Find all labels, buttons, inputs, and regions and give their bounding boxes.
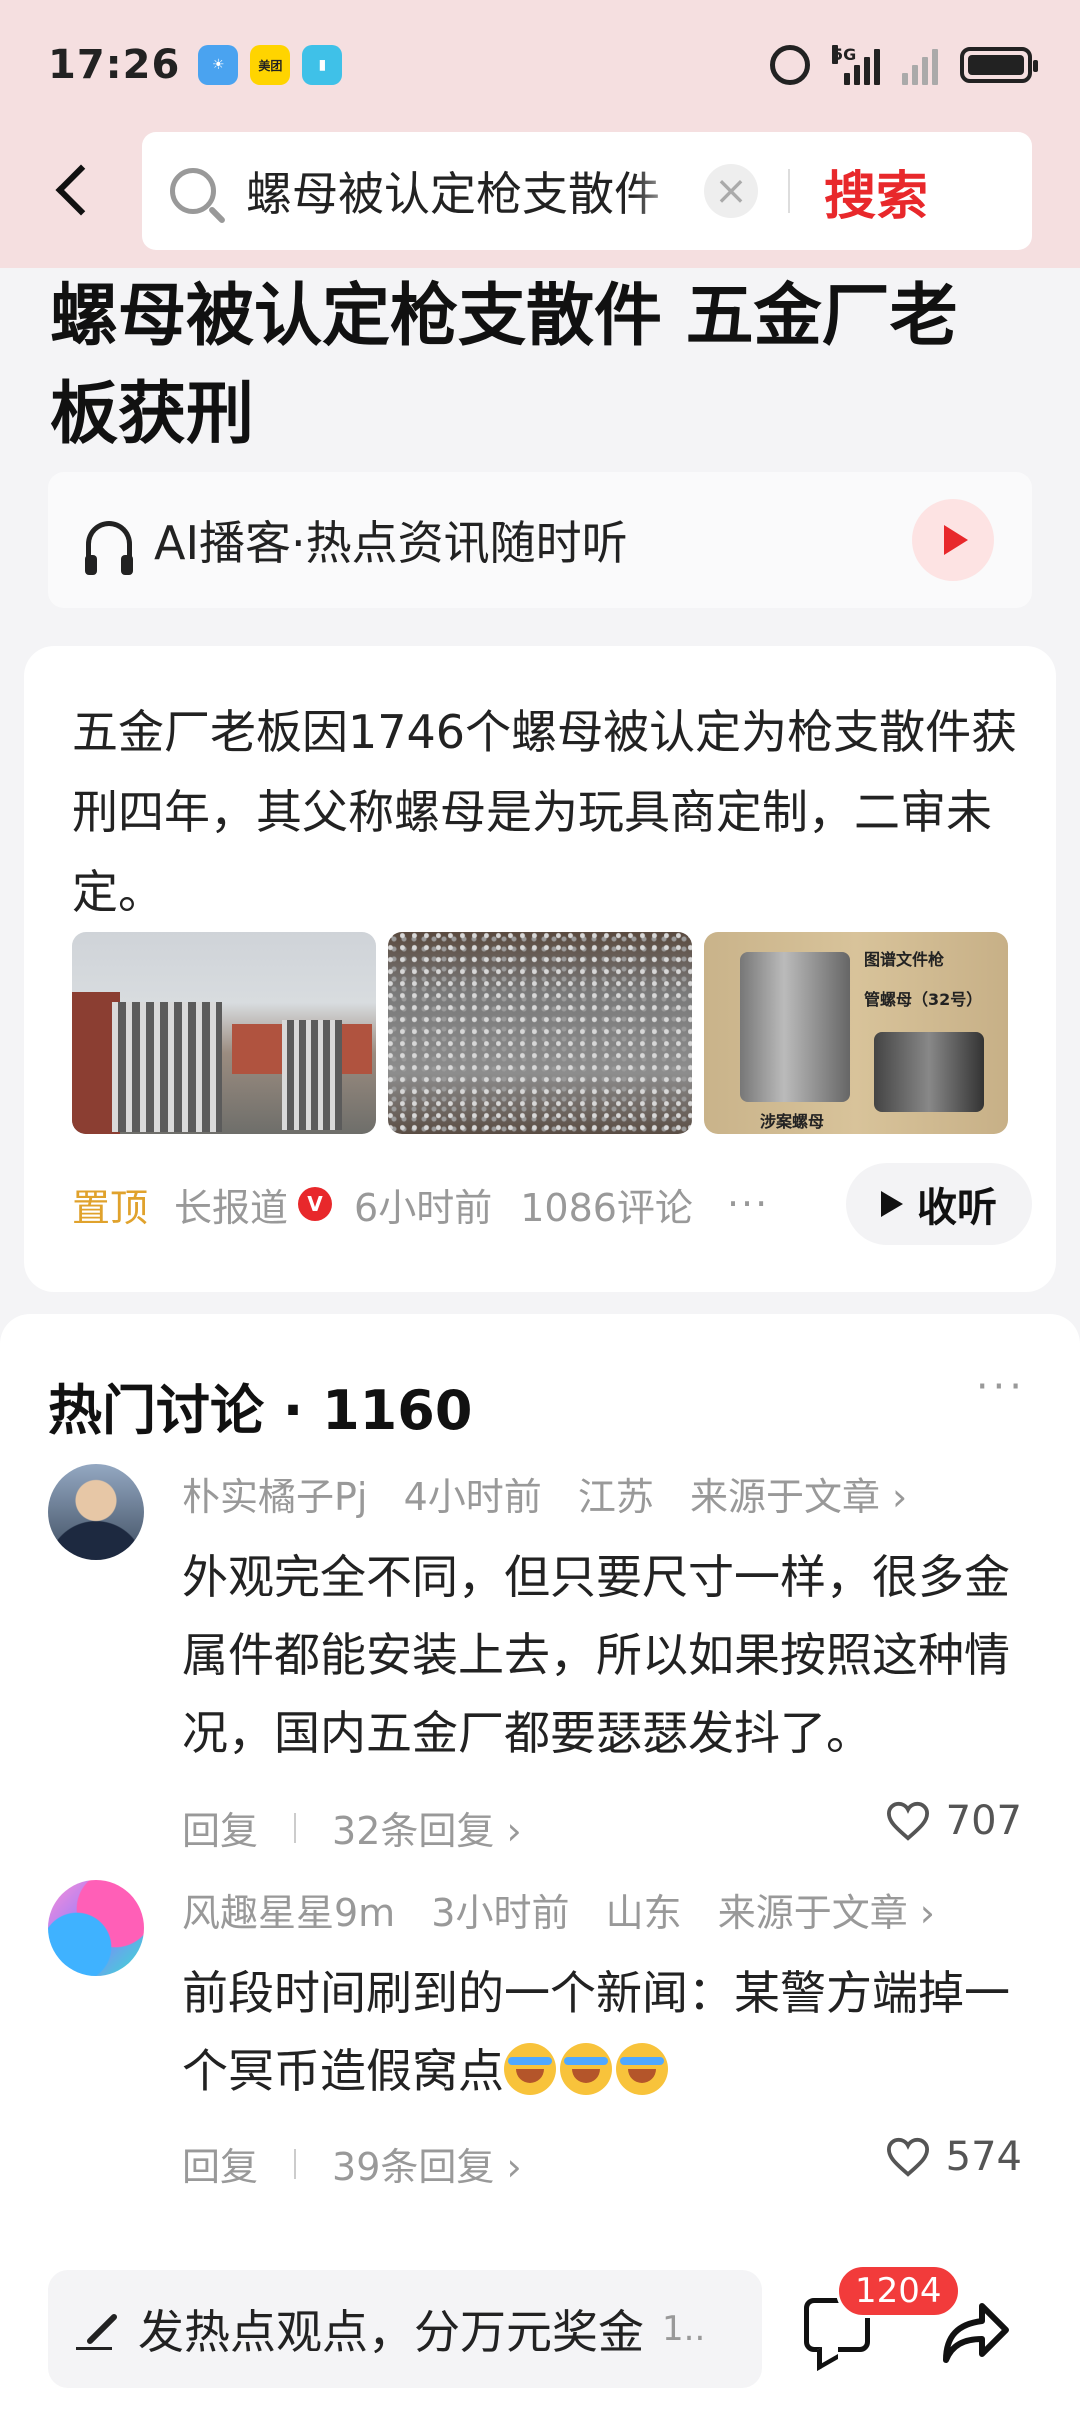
like-button[interactable]: 707 bbox=[884, 1798, 1022, 1844]
comment-username[interactable]: 朴实橘子Pj bbox=[182, 1475, 367, 1519]
like-button[interactable]: 574 bbox=[884, 2134, 1022, 2180]
search-bar[interactable]: 螺母被认定枪支散件 × 搜索 bbox=[142, 132, 1032, 250]
reader-icon: ▮ bbox=[302, 45, 343, 85]
nuts-pile-image[interactable] bbox=[388, 932, 692, 1134]
heart-icon bbox=[886, 2137, 929, 2177]
divider bbox=[788, 169, 790, 213]
source-name[interactable]: 长报道 bbox=[174, 1177, 288, 1232]
headphone-icon bbox=[85, 521, 133, 575]
like-count: 707 bbox=[945, 1798, 1022, 1844]
signal-sim2-icon bbox=[902, 45, 938, 85]
play-icon bbox=[881, 1191, 903, 1217]
image-caption-top: 图谱文件枪 bbox=[864, 950, 945, 969]
article-images: 图谱文件枪 管螺母（32号） 涉案螺母 bbox=[72, 932, 1008, 1134]
search-icon bbox=[170, 168, 216, 214]
post-opinion-more: 1.. bbox=[662, 2309, 706, 2349]
comment-location: 江苏 bbox=[577, 1475, 654, 1519]
comment-text[interactable]: 外观完全不同，但只要尺寸一样，很多金属件都能安装上去，所以如果按照这种情况，国内… bbox=[182, 1538, 1022, 1772]
avatar[interactable] bbox=[48, 1464, 144, 1560]
signal-5g-icon: 5G bbox=[832, 45, 880, 85]
comment-count: 1086评论 bbox=[520, 1185, 693, 1230]
weather-icon: ☀ bbox=[198, 45, 239, 85]
status-bar: 17:26 ☀ 美团 ▮ 5G bbox=[0, 0, 1080, 130]
crying-laughing-emoji-icon bbox=[616, 2043, 668, 2095]
view-replies-link[interactable]: 32条回复 › bbox=[332, 1800, 522, 1855]
pen-icon bbox=[76, 2308, 118, 2350]
share-icon[interactable] bbox=[940, 2300, 1012, 2366]
crying-laughing-emoji-icon bbox=[560, 2043, 612, 2095]
search-button[interactable]: 搜索 bbox=[824, 154, 928, 229]
section-title: 热门讨论 · 1160 bbox=[48, 1379, 473, 1442]
view-replies-link[interactable]: 39条回复 › bbox=[332, 2136, 522, 2191]
post-opinion-input[interactable]: 发热点观点，分万元奖金 1.. bbox=[48, 2270, 762, 2388]
post-opinion-placeholder: 发热点观点，分万元奖金 bbox=[138, 2305, 644, 2359]
podcast-play-button[interactable] bbox=[912, 499, 994, 581]
comment-username[interactable]: 风趣星星9m bbox=[182, 1891, 395, 1935]
comment-time: 3小时前 bbox=[431, 1891, 570, 1935]
crying-laughing-emoji-icon bbox=[504, 2043, 556, 2095]
comment-text[interactable]: 前段时间刷到的一个新闻：某警方端掉一个冥币造假窝点 bbox=[182, 1954, 1022, 2110]
article-summary[interactable]: 五金厂老板因1746个螺母被认定为枪支散件获刑四年，其父称螺母是为玩具商定制，二… bbox=[72, 692, 1032, 932]
search-input[interactable]: 螺母被认定枪支散件 bbox=[246, 158, 686, 224]
article-meta: 置顶 长报道 V 6小时前 1086评论 ··· 收听 bbox=[72, 1162, 1032, 1246]
top-header: 17:26 ☀ 美团 ▮ 5G 螺母被认定枪支散件 × 搜索 bbox=[0, 0, 1080, 268]
podcast-label: AI播客·热点资讯随时听 bbox=[154, 516, 628, 570]
avatar[interactable] bbox=[48, 1880, 144, 1976]
comment-location: 山东 bbox=[605, 1891, 682, 1935]
article-card[interactable]: 五金厂老板因1746个螺母被认定为枪支散件获刑四年，其父称螺母是为玩具商定制，二… bbox=[24, 646, 1056, 1292]
image-caption-bottom: 涉案螺母 bbox=[760, 1112, 825, 1131]
back-arrow-icon bbox=[55, 164, 107, 216]
comment-actions: 回复 39条回复 › bbox=[182, 2136, 522, 2191]
divider bbox=[294, 1812, 297, 1843]
listen-label: 收听 bbox=[917, 1185, 997, 1231]
like-count: 574 bbox=[945, 2134, 1022, 2180]
clear-icon[interactable]: × bbox=[704, 164, 758, 218]
alarm-icon bbox=[770, 45, 810, 85]
comment-source-link[interactable]: 来源于文章 › bbox=[690, 1475, 907, 1519]
factory-gate-image[interactable] bbox=[72, 932, 376, 1134]
pinned-label: 置顶 bbox=[72, 1185, 149, 1230]
ai-podcast-bar[interactable]: AI播客·热点资讯随时听 bbox=[48, 472, 1032, 608]
status-time: 17:26 bbox=[48, 42, 181, 88]
hot-discussion-section: 热门讨论 · 1160 ··· 朴实橘子Pj 4小时前 江苏 来源于文章 › 外… bbox=[0, 1314, 1080, 2412]
play-icon bbox=[944, 525, 968, 555]
notification-icons: ☀ 美团 ▮ bbox=[198, 45, 343, 85]
nut-closeup-image[interactable]: 图谱文件枪 管螺母（32号） 涉案螺母 bbox=[704, 932, 1008, 1134]
network-type-label: 5G bbox=[832, 45, 857, 64]
battery-icon bbox=[960, 47, 1038, 83]
comment-actions: 回复 32条回复 › bbox=[182, 1800, 522, 1855]
page-title[interactable]: 螺母被认定枪支散件 五金厂老板获刑 bbox=[50, 268, 990, 464]
more-options-icon[interactable]: ··· bbox=[976, 1364, 1026, 1410]
divider bbox=[294, 2148, 297, 2179]
listen-button[interactable]: 收听 bbox=[846, 1163, 1032, 1245]
heart-icon bbox=[886, 1801, 929, 1841]
more-options-icon[interactable]: ··· bbox=[727, 1182, 769, 1226]
back-button[interactable] bbox=[42, 150, 107, 230]
bottom-action-bar: 发热点观点，分万元奖金 1.. 1204 bbox=[0, 2250, 1080, 2412]
publish-time: 6小时前 bbox=[354, 1185, 493, 1230]
comment-meta: 风趣星星9m 3小时前 山东 来源于文章 › bbox=[182, 1882, 959, 1937]
comment-meta: 朴实橘子Pj 4小时前 江苏 来源于文章 › bbox=[182, 1466, 931, 1521]
comment-source-link[interactable]: 来源于文章 › bbox=[718, 1891, 935, 1935]
meituan-icon: 美团 bbox=[250, 45, 291, 85]
reply-button[interactable]: 回复 bbox=[182, 1800, 258, 1855]
verified-badge-icon: V bbox=[298, 1187, 333, 1221]
image-caption-mid: 管螺母（32号） bbox=[864, 990, 983, 1009]
comment-time: 4小时前 bbox=[403, 1475, 542, 1519]
reply-button[interactable]: 回复 bbox=[182, 2136, 258, 2191]
